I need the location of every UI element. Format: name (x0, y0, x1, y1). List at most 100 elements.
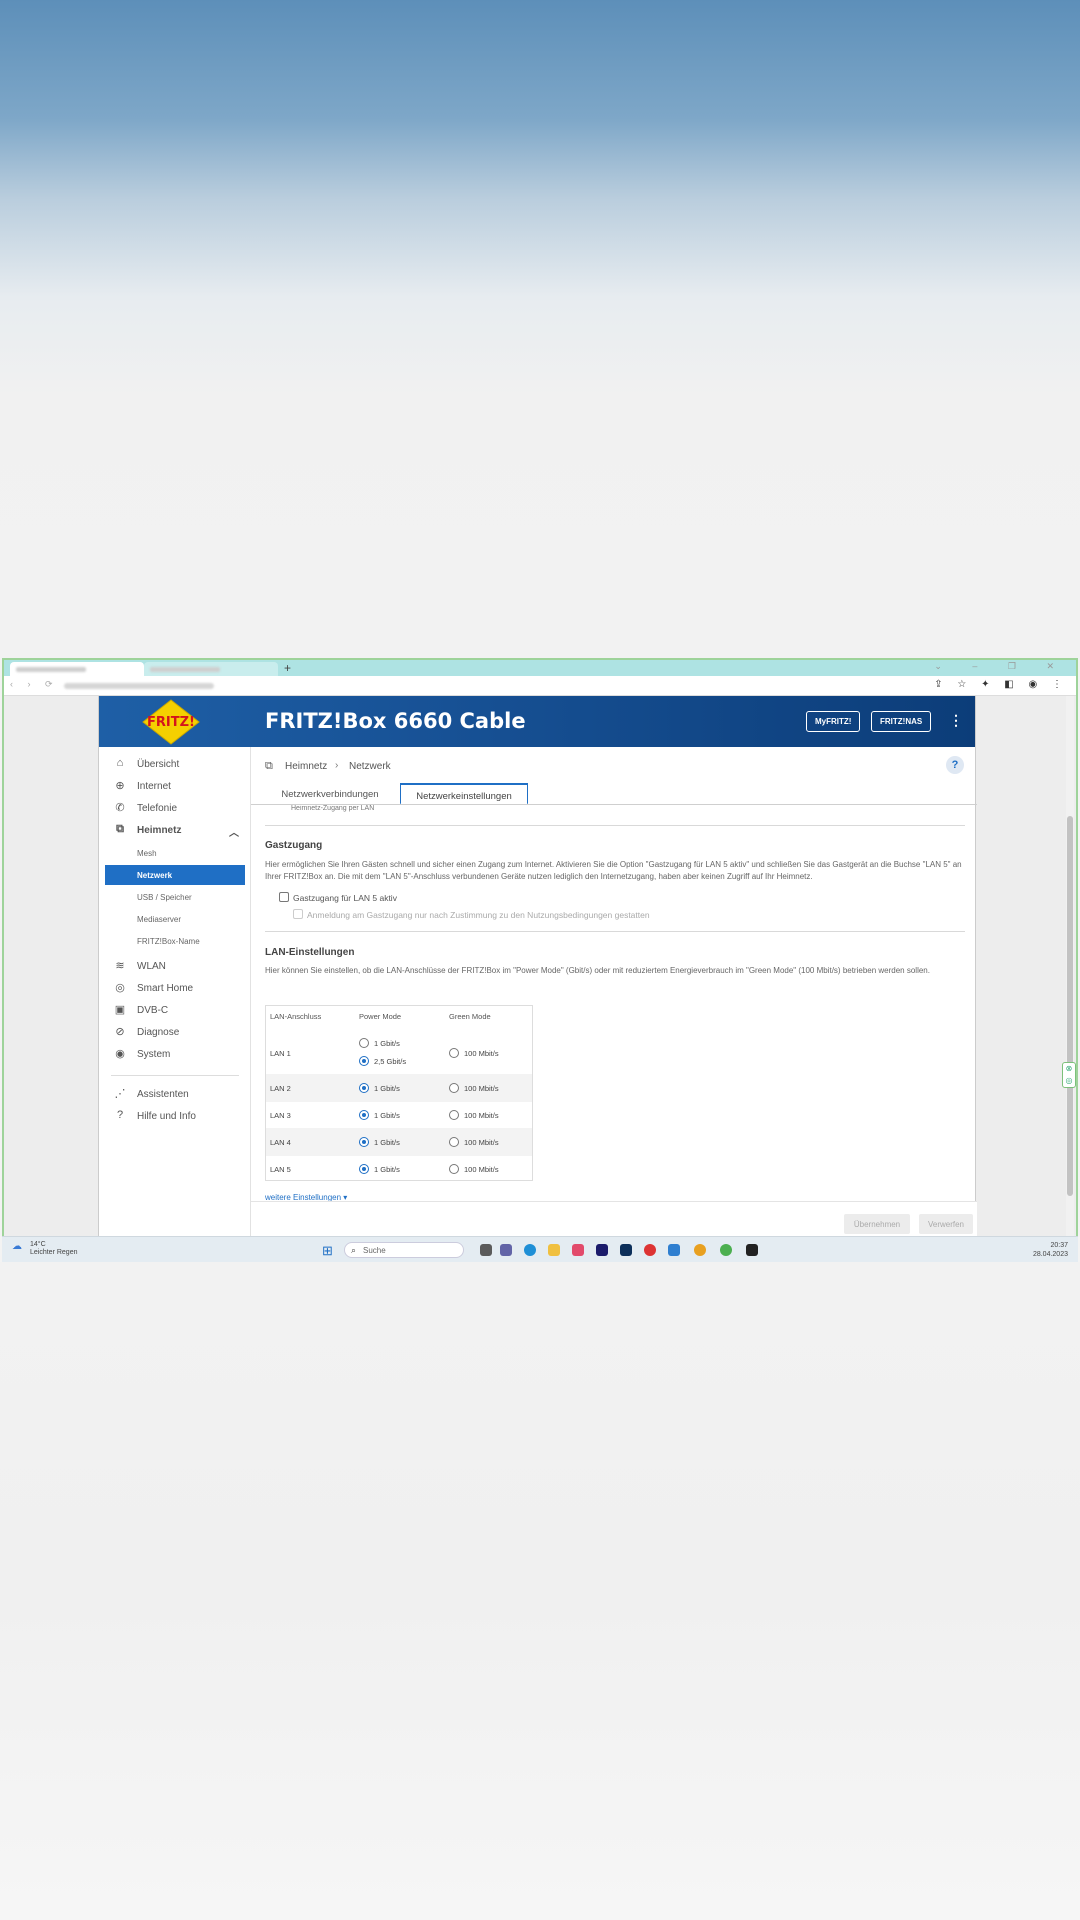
breadcrumb-separator: › (335, 760, 339, 771)
network-icon: ⧉ (265, 760, 273, 772)
chrome-profile-2-icon[interactable] (720, 1244, 732, 1256)
settings-scroll-area[interactable]: Heimnetz-Zugang per LAN Gastzugang Hier … (251, 805, 977, 1201)
divider (265, 931, 965, 932)
windows-start-icon[interactable]: ⊞ (322, 1243, 333, 1259)
fritz-logo[interactable]: FRITZ! (141, 699, 201, 745)
url-field[interactable] (64, 683, 214, 689)
sidebar-item-label: WLAN (137, 961, 166, 972)
window-controls[interactable]: ⌄ – ❐ ✕ (934, 661, 1068, 672)
green-mode-label: 100 Mbit/s (464, 1049, 499, 1058)
subitem-label: Mediaserver (137, 915, 182, 924)
taskbar-search[interactable]: ⌕ Suche (344, 1242, 464, 1258)
screen-capture: + ⌄ – ❐ ✕ ‹ › ⟳ ⇪ ☆ ✦ ◧ ◉ ⋮ FRITZ! FRITZ… (2, 658, 1078, 1262)
new-tab-button[interactable]: + (284, 661, 291, 675)
sidebar-item-telefonie[interactable]: ✆ Telefonie (99, 797, 251, 819)
sidebar-item-label: Internet (137, 781, 171, 792)
premiere-icon[interactable] (596, 1244, 608, 1256)
sidebar-subitem-usb[interactable]: USB / Speicher (105, 887, 245, 907)
chevron-up-icon[interactable]: ︿ (229, 824, 239, 839)
scrollbar-thumb[interactable] (1067, 816, 1073, 1196)
table-header: Green Mode (449, 1012, 491, 1021)
page-scrollbar[interactable] (1066, 696, 1074, 1260)
sidebar-item-label: DVB-C (137, 1005, 169, 1016)
chrome-profile-icon[interactable] (694, 1244, 706, 1256)
sidebar-item-hilfe[interactable]: ? Hilfe und Info (99, 1105, 251, 1127)
sidebar-item-assistenten[interactable]: ⋰ Assistenten (99, 1083, 251, 1105)
sidebar-item-uebersicht[interactable]: ⌂ Übersicht (99, 753, 251, 775)
green-mode-radio[interactable] (449, 1110, 459, 1120)
table-row: LAN 1 1 Gbit/s 2,5 Gbit/s 100 Mbit/s (266, 1032, 532, 1074)
sidebar-subitem-netzwerk[interactable]: Netzwerk (105, 865, 245, 885)
power-mode-label: 1 Gbit/s (374, 1138, 400, 1147)
table-row: LAN 3 1 Gbit/s 100 Mbit/s (266, 1102, 532, 1128)
sidebar-item-internet[interactable]: ⊕ Internet (99, 775, 251, 797)
power-mode-radio[interactable] (359, 1038, 369, 1048)
nav-buttons[interactable]: ‹ › ⟳ (10, 679, 59, 690)
terminal-icon[interactable] (746, 1244, 758, 1256)
green-mode-radio[interactable] (449, 1137, 459, 1147)
sidebar-subitem-fritzbox-name[interactable]: FRITZ!Box-Name (105, 931, 245, 951)
table-row: LAN 4 1 Gbit/s 100 Mbit/s (266, 1128, 532, 1156)
tab-netzwerkverbindungen[interactable]: Netzwerkverbindungen (263, 783, 397, 805)
power-mode-radio[interactable] (359, 1110, 369, 1120)
guest-terms-checkbox[interactable] (293, 909, 303, 919)
power-mode-radio[interactable] (359, 1056, 369, 1066)
help-icon: ? (116, 1109, 124, 1121)
browser-toolbar-icons[interactable]: ⇪ ☆ ✦ ◧ ◉ ⋮ (934, 679, 1068, 690)
sidebar-item-label: Hilfe und Info (137, 1111, 196, 1122)
green-mode-label: 100 Mbit/s (464, 1084, 499, 1093)
green-mode-label: 100 Mbit/s (464, 1111, 499, 1120)
weather-icon: ☁ (12, 1241, 22, 1252)
subitem-label: Netzwerk (137, 871, 173, 880)
green-mode-radio[interactable] (449, 1164, 459, 1174)
sidebar-subitem-mesh[interactable]: Mesh (105, 843, 245, 863)
network-icon: ⧉ (116, 823, 124, 835)
teams-icon[interactable] (500, 1244, 512, 1256)
taskview-icon[interactable] (480, 1244, 492, 1256)
chrome-icon[interactable] (644, 1244, 656, 1256)
more-settings-link[interactable]: weitere Einstellungen ▾ (265, 1193, 347, 1201)
myfritz-button[interactable]: MyFRITZ! (806, 711, 861, 732)
subitem-label: Mesh (137, 849, 157, 858)
fritznas-button[interactable]: FRITZ!NAS (871, 711, 932, 732)
mail-icon[interactable] (668, 1244, 680, 1256)
photoshop-icon[interactable] (620, 1244, 632, 1256)
store-icon[interactable] (572, 1244, 584, 1256)
guest-lan5-checkbox[interactable] (279, 892, 289, 902)
divider (265, 825, 965, 826)
sidebar-item-dvb-c[interactable]: ▣ DVB-C (99, 999, 251, 1021)
power-mode-radio[interactable] (359, 1083, 369, 1093)
sidebar-subitem-mediaserver[interactable]: Mediaserver (105, 909, 245, 929)
breadcrumb-heimnetz[interactable]: Heimnetz (285, 761, 327, 772)
tab-netzwerkeinstellungen[interactable]: Netzwerkeinstellungen (400, 783, 528, 805)
power-mode-label: 1 Gbit/s (374, 1111, 400, 1120)
sidebar-item-label: System (137, 1049, 171, 1060)
menu-kebab-icon[interactable]: ⋮ (949, 712, 963, 729)
clock-time: 20:37 (1050, 1242, 1068, 1249)
browser-tab[interactable] (144, 662, 278, 676)
power-mode-radio[interactable] (359, 1137, 369, 1147)
floating-widget[interactable]: ⊗ ◎ (1062, 1062, 1076, 1088)
browser-tab-bar: + ⌄ – ❐ ✕ (4, 660, 1076, 676)
browser-tab-active[interactable] (10, 662, 144, 676)
power-mode-radio[interactable] (359, 1164, 369, 1174)
table-row: LAN 2 1 Gbit/s 100 Mbit/s (266, 1074, 532, 1102)
sidebar-item-diagnose[interactable]: ⊘ Diagnose (99, 1021, 251, 1043)
power-mode-label: 2,5 Gbit/s (374, 1057, 407, 1066)
apply-button[interactable]: Übernehmen (844, 1214, 910, 1234)
sidebar-item-wlan[interactable]: ≋ WLAN (99, 955, 251, 977)
search-placeholder: Suche (363, 1246, 386, 1255)
explorer-icon[interactable] (548, 1244, 560, 1256)
sidebar-item-heimnetz[interactable]: ⧉ Heimnetz ︿ (99, 819, 251, 841)
sidebar-item-system[interactable]: ◉ System (99, 1043, 251, 1065)
edge-icon[interactable] (524, 1244, 536, 1256)
green-mode-radio[interactable] (449, 1048, 459, 1058)
windows-taskbar: ☁ 14°C Leichter Regen ⊞ ⌕ Suche 20:37 28.04… (2, 1236, 1078, 1262)
search-icon: ⌕ (351, 1245, 357, 1255)
sidebar-item-smart-home[interactable]: ◎ Smart Home (99, 977, 251, 999)
taskbar-clock[interactable]: 20:37 28.04.2023 (1033, 1241, 1068, 1259)
help-button[interactable]: ? (946, 756, 964, 774)
lan-port-label: LAN 3 (270, 1111, 291, 1120)
discard-button[interactable]: Verwerfen (919, 1214, 973, 1234)
green-mode-radio[interactable] (449, 1083, 459, 1093)
